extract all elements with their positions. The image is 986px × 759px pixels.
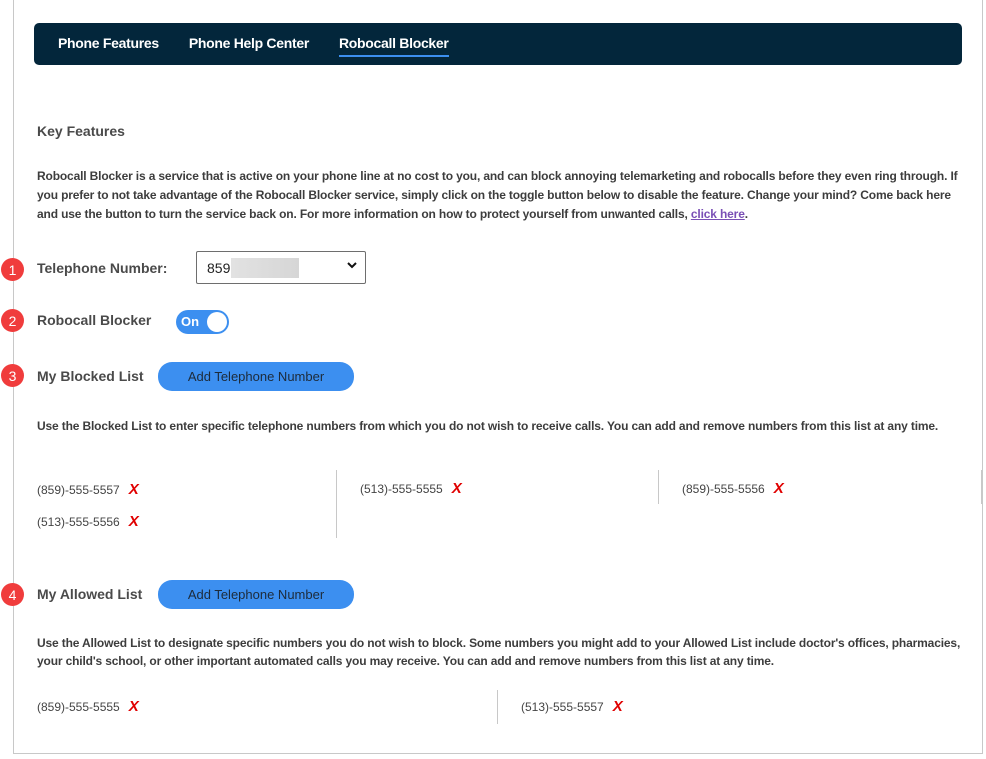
robocall-blocker-label: Robocall Blocker: [37, 312, 152, 328]
phone-number: (513)-555-5555: [360, 481, 443, 496]
blocked-list-label: My Blocked List: [37, 368, 144, 384]
intro-paragraph: Robocall Blocker is a service that is ac…: [37, 167, 962, 224]
step-badge-1: 1: [1, 258, 24, 281]
blocked-number-item: (859)-555-5557 X: [37, 481, 139, 498]
nav-phone-features[interactable]: Phone Features: [58, 35, 159, 53]
key-features-heading: Key Features: [37, 123, 125, 139]
delete-x-icon[interactable]: X: [129, 698, 139, 715]
nav-robocall-blocker[interactable]: Robocall Blocker: [338, 35, 449, 57]
allowed-list-label: My Allowed List: [37, 586, 143, 602]
blocked-col-divider-4: [981, 470, 982, 504]
nav-phone-help-center[interactable]: Phone Help Center: [189, 35, 309, 53]
phone-number: (513)-555-5556: [37, 514, 120, 529]
add-allowed-number-button[interactable]: Add Telephone Number: [158, 580, 354, 609]
delete-x-icon[interactable]: X: [129, 513, 139, 530]
intro-text: Robocall Blocker is a service that is ac…: [37, 169, 958, 221]
allowed-col-divider-2: [497, 690, 498, 724]
step-badge-3: 3: [1, 364, 24, 387]
phone-number: (859)-555-5556: [682, 481, 765, 496]
allowed-col-divider-1: [13, 690, 14, 724]
click-here-link[interactable]: click here: [691, 207, 745, 221]
robocall-blocker-toggle[interactable]: On: [176, 310, 229, 334]
selected-number: 859: [207, 259, 231, 276]
toggle-state-label: On: [181, 314, 200, 329]
delete-x-icon[interactable]: X: [452, 480, 462, 497]
blocked-list-description: Use the Blocked List to enter specific t…: [37, 419, 939, 433]
delete-x-icon[interactable]: X: [129, 481, 139, 498]
allowed-number-item: (513)-555-5557 X: [521, 698, 623, 715]
add-blocked-number-button[interactable]: Add Telephone Number: [158, 362, 354, 391]
blocked-number-item: (513)-555-5556 X: [37, 513, 139, 530]
delete-x-icon[interactable]: X: [613, 698, 623, 715]
redacted-digits: [231, 257, 300, 278]
phone-number: (859)-555-5557: [37, 482, 120, 497]
blocked-col-divider-2: [336, 470, 337, 538]
telephone-number-label: Telephone Number:: [37, 260, 168, 276]
blocked-number-item: (859)-555-5556 X: [682, 480, 784, 497]
step-badge-2: 2: [1, 309, 24, 332]
top-navbar: Phone Features Phone Help Center Robocal…: [34, 23, 962, 65]
step-badge-4: 4: [1, 583, 24, 606]
allowed-number-item: (859)-555-5555 X: [37, 698, 139, 715]
delete-x-icon[interactable]: X: [774, 480, 784, 497]
telephone-number-select[interactable]: 859: [196, 251, 366, 284]
blocked-col-divider-1: [13, 470, 14, 538]
chevron-down-icon: [347, 262, 357, 269]
toggle-knob: [207, 312, 227, 332]
phone-number: (513)-555-5557: [521, 699, 604, 714]
intro-end: .: [744, 207, 748, 221]
phone-number: (859)-555-5555: [37, 699, 120, 714]
blocked-number-item: (513)-555-5555 X: [360, 480, 462, 497]
blocked-col-divider-3: [658, 470, 659, 504]
allowed-list-description: Use the Allowed List to designate specif…: [37, 636, 961, 668]
